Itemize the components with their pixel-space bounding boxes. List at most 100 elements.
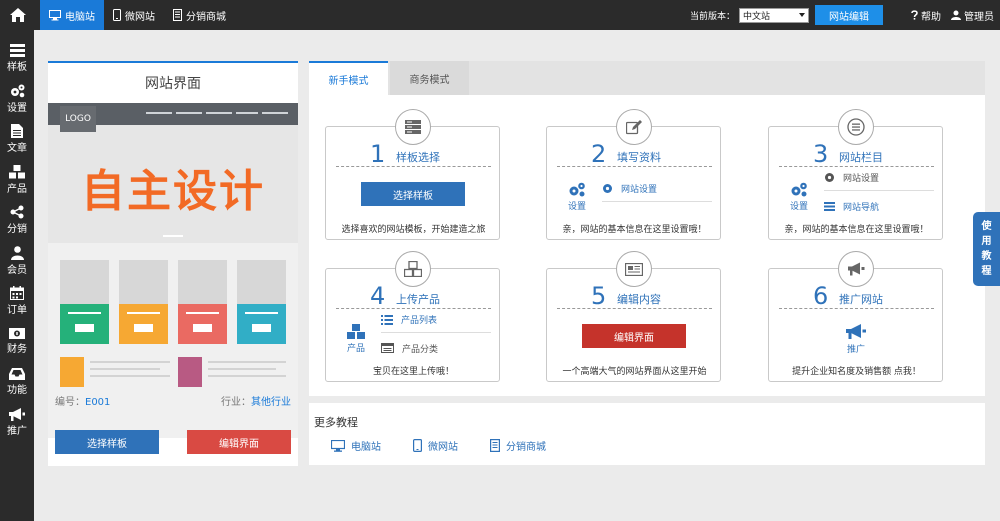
step-footer: 提升企业知名度及销售额 点我！ [792,367,921,377]
sidebar-item-member[interactable]: 会员 [0,241,34,282]
share-icon [10,205,24,219]
template-thumbnail[interactable]: LOGO 自主设计 [48,103,298,438]
step-card-columns: 3 网站栏目 设置 网站设置 网站导航 亲，网站的基本信息在这里设置哦！ [768,109,943,240]
sidebar-item-template[interactable]: 样板 [0,38,34,79]
tutorial-tab-char: 程 [981,266,992,277]
tutorial-link-desktop[interactable]: 电脑站 [331,438,381,453]
step-item-site-nav[interactable]: 网站导航 [824,193,934,219]
tab-beginner-mode[interactable]: 新手模式 [309,61,388,95]
step-shortcut-label: 产品 [346,344,365,354]
thumbnail-tiles [60,260,286,344]
template-icon [9,43,25,57]
sidebar-item-finance[interactable]: 财务 [0,322,34,363]
tutorial-link-label: 电脑站 [351,442,381,453]
step-item-site-settings[interactable]: 网站设置 [824,165,934,191]
tutorial-side-tab[interactable]: 使 用 教 程 [973,212,1000,286]
template-industry-label: 行业： [221,397,251,408]
admin-label: 管理员 [964,11,994,23]
more-tutorials-links: 电脑站 微网站 分销商城 [331,438,546,453]
step-divider [336,166,491,167]
top-nav-desktop[interactable]: 电脑站 [40,0,104,30]
tutorial-tab-char: 使 [981,221,992,232]
step-product-shortcut[interactable]: 产品 [336,324,376,354]
step-settings-shortcut[interactable]: 设置 [557,182,597,212]
step-item-label: 网站设置 [621,185,658,195]
template-meta: 编号：E001 行业：其他行业 [48,393,298,408]
product-icon [395,251,431,287]
template-industry: 行业：其他行业 [221,393,291,408]
version-label: 当前版本： [689,11,735,22]
step-number: 3 [813,140,829,168]
step-footer: 一个高端大气的网站界面从这里开始 [562,367,707,377]
list-icon [381,314,393,325]
thumbnail-menu-line [206,112,232,114]
more-tutorials-title: 更多教程 [314,416,358,429]
admin-link[interactable]: 管理员 [951,8,994,23]
step-choose-template-button[interactable]: 选择样板 [361,182,465,206]
top-nav-mobile[interactable]: 微网站 [104,0,164,30]
step-number: 6 [813,282,829,310]
template-preview-card: 网站界面 LOGO 自主设计 编号：E001 行业：其他行业 选择样板 编辑界面 [48,61,298,466]
thumbnail-menu-line [236,112,258,114]
step-promote-shortcut[interactable]: 推广 [836,324,876,355]
sidebar-item-promote[interactable]: 推广 [0,403,34,444]
top-nav-store[interactable]: 分销商城 [164,0,235,30]
step-item-label: 产品分类 [402,344,439,355]
newspaper-icon [616,251,652,287]
tutorial-link-mobile[interactable]: 微网站 [413,438,458,453]
sidebar-item-function[interactable]: 功能 [0,362,34,403]
desktop-icon [331,439,345,452]
top-nav-label: 分销商城 [186,11,226,23]
inbox-icon [9,368,25,381]
step-item-label: 网站设置 [843,174,880,184]
sidebar-item-article[interactable]: 文章 [0,119,34,160]
step-title: 填写资料 [617,151,661,164]
step-divider [779,308,934,309]
step-footer: 亲，网站的基本信息在这里设置哦！ [784,225,929,235]
megaphone-icon [9,408,25,422]
version-select[interactable]: 中文站 [739,7,809,23]
step-footer: 选择喜欢的网站模板，开始建造之旅 [341,225,486,235]
version-select-value: 中文站 [743,11,771,22]
tutorial-link-store[interactable]: 分销商城 [490,438,546,453]
home-icon[interactable] [0,0,36,30]
step-footer: 宝贝在这里上传哦！ [372,367,454,377]
step-item-product-list[interactable]: 产品列表 [381,307,491,333]
step-edit-interface-button[interactable]: 编辑界面 [582,324,686,348]
step-item-site-settings[interactable]: 网站设置 [602,176,712,202]
template-industry-link[interactable]: 其他行业 [251,397,291,408]
article-icon [11,124,23,139]
sidebar-item-label: 分销 [7,224,27,236]
sidebar-item-distribution[interactable]: 分销 [0,200,34,241]
megaphone-icon [838,251,874,287]
sidebar-item-product[interactable]: 产品 [0,160,34,201]
step-title: 上传产品 [396,293,440,306]
step-title: 推广网站 [839,293,883,306]
site-edit-button[interactable]: 网站编辑 [815,5,883,25]
step-number: 1 [370,140,386,168]
sidebar-item-label: 会员 [7,264,27,276]
megaphone-icon [846,324,866,339]
step-settings-shortcut[interactable]: 设置 [779,182,819,212]
step-number: 5 [591,282,607,310]
step-card-template: 1 样板选择 选择样板 选择喜欢的网站模板，开始建造之旅 [325,109,500,240]
edit-interface-button[interactable]: 编辑界面 [187,430,291,454]
step-item-product-category[interactable]: 产品分类 [381,335,491,361]
edit-icon [616,109,652,145]
window-icon [381,343,394,353]
sidebar-item-settings[interactable]: 设置 [0,79,34,120]
step-card-info: 2 填写资料 设置 网站设置 亲，网站的基本信息在这里设置哦！ [546,109,721,240]
tutorial-tab-char: 用 [981,236,992,247]
choose-template-button[interactable]: 选择样板 [55,430,159,454]
step-title: 网站栏目 [839,151,883,164]
tab-business-mode[interactable]: 商务模式 [390,61,469,95]
menu-icon [824,201,835,211]
caret-down-icon [799,13,805,17]
list-icon [838,109,874,145]
sidebar-item-order[interactable]: 订单 [0,281,34,322]
thumbnail-logo: LOGO [60,106,96,132]
sidebar-item-label: 财务 [7,344,27,356]
step-shortcut-label: 推广 [846,345,865,355]
help-link[interactable]: 帮助 [911,8,941,23]
sidebar-item-label: 订单 [7,305,27,317]
